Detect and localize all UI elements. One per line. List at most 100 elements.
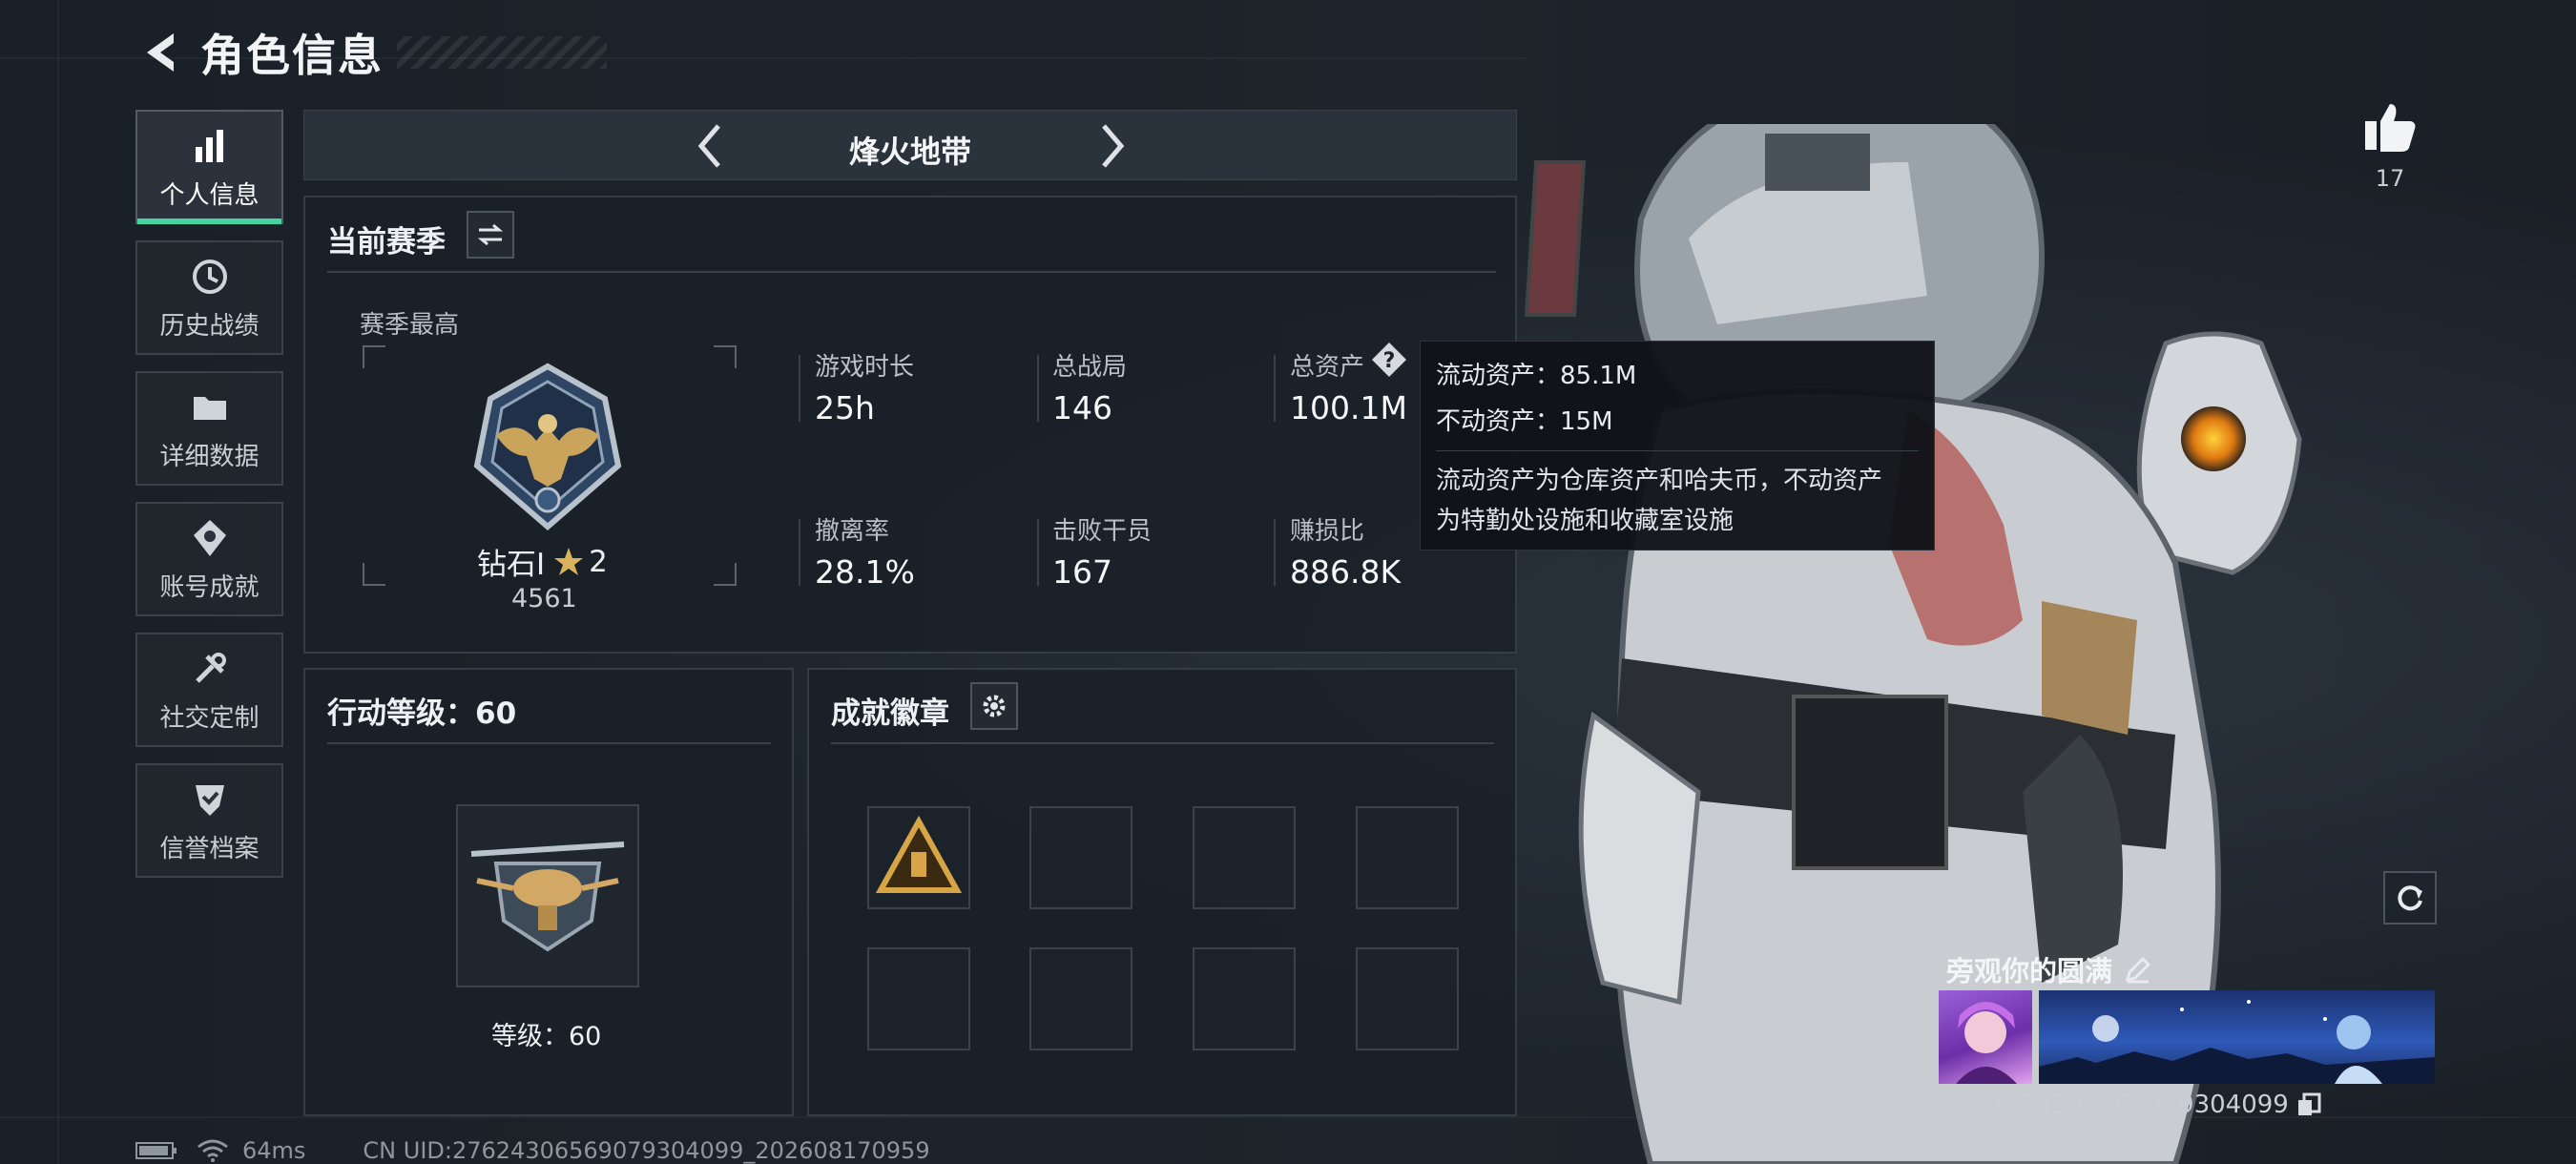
action-level-text: 等级：60 (491, 1022, 602, 1051)
nav-label: 社交定制 (159, 703, 260, 733)
badge-slot[interactable] (1029, 806, 1132, 909)
night-sky-banner (2039, 1000, 2435, 1084)
bg-grid-line (57, 0, 59, 1164)
svg-text:?: ? (1383, 349, 1396, 373)
badge-slot[interactable] (1029, 947, 1132, 1050)
stat-extract-rate-label: 撤离率 (815, 517, 890, 546)
rank-score: 4561 (511, 584, 577, 613)
rank-name: 钻石I (477, 548, 546, 582)
thumbs-up-icon (2365, 104, 2416, 152)
card-title-row: 旁观你的圆满 (1946, 949, 2152, 989)
warning-triangle-badge-icon (875, 815, 963, 893)
nav-label: 详细数据 (159, 442, 260, 471)
stat-separator (1274, 355, 1276, 422)
stat-profit-ratio-label: 赚损比 (1290, 517, 1365, 546)
nav-item-achievements[interactable]: 账号成就 (135, 502, 283, 616)
stat-separator (1274, 519, 1276, 586)
status-bar: 64ms CN UID:27624306569079304099_2026081… (135, 1137, 930, 1164)
card-title: 旁观你的圆满 (1946, 955, 2113, 987)
stat-play-time-label: 游戏时长 (815, 353, 915, 382)
action-level-emblem-frame (456, 804, 639, 987)
chevron-right-icon (1102, 124, 1125, 168)
badge-slot[interactable] (1193, 806, 1296, 909)
badge-slot[interactable] (1193, 947, 1296, 1050)
nav-label: 账号成就 (159, 572, 260, 602)
stat-total-matches-value: 146 (1052, 389, 1112, 426)
stat-separator (1037, 355, 1039, 422)
title-decoration (397, 36, 607, 69)
frame-corner (714, 563, 737, 586)
helicopter-emblem-icon (470, 842, 625, 952)
stat-play-time-value: 25h (815, 389, 875, 426)
achievement-icon (193, 519, 226, 556)
badges-title: 成就徽章 (831, 696, 949, 731)
mode-next-button[interactable] (1089, 120, 1136, 172)
frame-corner (363, 563, 385, 586)
nav-label: 个人信息 (159, 180, 260, 210)
nav-item-reputation[interactable]: 信誉档案 (135, 763, 283, 878)
stat-profit-ratio-value: 886.8K (1290, 553, 1402, 591)
help-question-icon[interactable]: ? (1370, 341, 1408, 379)
tooltip-desc-line: 为特勤处设施和收藏室设施 (1436, 507, 1735, 535)
nav-item-personal-info[interactable]: 个人信息 (135, 110, 283, 224)
action-level-title: 行动等级：60 (327, 696, 517, 731)
badge-slot[interactable] (1356, 806, 1459, 909)
star-icon (554, 547, 584, 575)
back-button[interactable] (134, 24, 191, 81)
badge-slot[interactable] (1356, 947, 1459, 1050)
history-clock-icon (192, 259, 227, 294)
stat-kills-label: 击败干员 (1052, 517, 1153, 546)
shield-check-icon (195, 784, 224, 816)
gear-icon (983, 695, 1006, 717)
stat-separator (799, 355, 800, 422)
uid-line: CN UID:27624306569079304099_202608170959 (363, 1137, 930, 1164)
rank-emblem-diamond (473, 363, 622, 530)
season-switch-button[interactable] (467, 211, 514, 259)
tooltip-desc-line: 流动资产为仓库资产和哈夫币，不动资产 (1436, 467, 1883, 495)
battery-icon (135, 1142, 177, 1159)
tooltip-fixed-assets: 不动资产：15M (1436, 407, 1613, 436)
tooltip-divider (1436, 450, 1919, 451)
nav-item-history[interactable]: 历史战绩 (135, 240, 283, 355)
frame-corner (363, 345, 385, 368)
page-title: 角色信息 (200, 30, 384, 81)
stat-total-assets-label: 总资产 (1290, 353, 1365, 382)
bar-chart-icon (195, 129, 223, 162)
side-nav: 个人信息 历史战绩 详细数据 账号成就 社交定制 信誉档案 (135, 110, 283, 894)
nav-item-detail-data[interactable]: 详细数据 (135, 371, 283, 486)
badge-slot[interactable] (867, 806, 970, 909)
copy-icon[interactable] (2296, 1092, 2321, 1117)
nav-item-social[interactable]: 社交定制 (135, 633, 283, 747)
stat-separator (799, 519, 800, 586)
rank-name-row: 钻石I 2 (477, 540, 608, 583)
stat-total-matches-label: 总战局 (1052, 353, 1128, 382)
card-banner-image (2039, 990, 2435, 1084)
season-best-label: 赛季最高 (360, 311, 460, 340)
card-uid-row: 27624306569079304099 (1973, 1091, 2321, 1119)
edit-pencil-icon[interactable] (2124, 955, 2152, 984)
badge-slot[interactable] (867, 947, 970, 1050)
folder-icon (193, 396, 226, 420)
badges-settings-button[interactable] (970, 682, 1018, 730)
stat-kills-value: 167 (1052, 553, 1112, 591)
mode-selector: 烽火地带 (303, 110, 1517, 180)
section-divider (327, 271, 1496, 273)
tooltip-liquid-assets: 流动资产：85.1M (1436, 362, 1637, 390)
swap-icon (477, 223, 504, 246)
refresh-icon (2398, 885, 2422, 911)
like-button[interactable]: 17 (2357, 100, 2423, 192)
avatar[interactable] (1939, 990, 2032, 1084)
back-arrow-icon (147, 33, 174, 72)
like-count: 17 (2375, 165, 2405, 192)
section-divider (831, 742, 1494, 744)
wifi-icon (197, 1139, 228, 1162)
stat-total-assets-value: 100.1M (1290, 389, 1407, 426)
stat-extract-rate-value: 28.1% (815, 553, 915, 591)
total-assets-tooltip: 流动资产：85.1M 不动资产：15M 流动资产为仓库资产和哈夫币，不动资产 为… (1420, 341, 1935, 551)
frame-corner (714, 345, 737, 368)
nav-label: 历史战绩 (159, 311, 260, 341)
section-divider (327, 742, 771, 744)
page-header: 角色信息 (134, 19, 607, 86)
ping-value: 64ms (242, 1137, 306, 1164)
rotate-model-button[interactable] (2383, 871, 2437, 925)
